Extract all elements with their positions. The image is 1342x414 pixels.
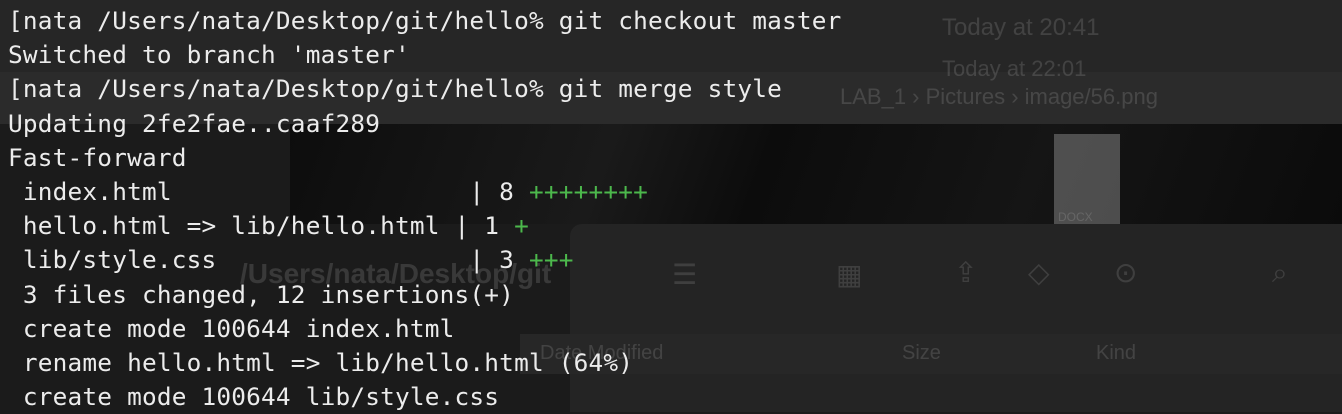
terminal-line: rename hello.html => lib/hello.html (64%… bbox=[8, 347, 634, 377]
terminal-output[interactable]: [nata /Users/nata/Desktop/git/hello% git… bbox=[0, 0, 1342, 412]
diffstat-plus: + bbox=[514, 211, 529, 241]
terminal-line: [nata /Users/nata/Desktop/git/hello% git… bbox=[8, 6, 842, 35]
terminal-line: create mode 100644 index.html bbox=[8, 313, 455, 343]
terminal-line: Updating 2fe2fae..caaf289 bbox=[8, 108, 381, 138]
diffstat-plus: ++++++++ bbox=[528, 176, 649, 206]
terminal-line: 3 files changed, 12 insertions(+) bbox=[8, 279, 515, 309]
terminal-line: Fast-forward bbox=[8, 142, 187, 172]
diffstat-line: hello.html => lib/hello.html | 1 + bbox=[8, 211, 529, 241]
diffstat-line: lib/style.css | 3 +++ bbox=[8, 245, 574, 275]
terminal-line: Switched to branch 'master' bbox=[8, 40, 410, 70]
diffstat-plus: +++ bbox=[528, 245, 574, 275]
terminal-line: [nata /Users/nata/Desktop/git/hello% git… bbox=[8, 74, 782, 104]
diffstat-line: index.html | 8 ++++++++ bbox=[8, 176, 649, 206]
terminal-line: create mode 100644 lib/style.css bbox=[8, 382, 500, 412]
